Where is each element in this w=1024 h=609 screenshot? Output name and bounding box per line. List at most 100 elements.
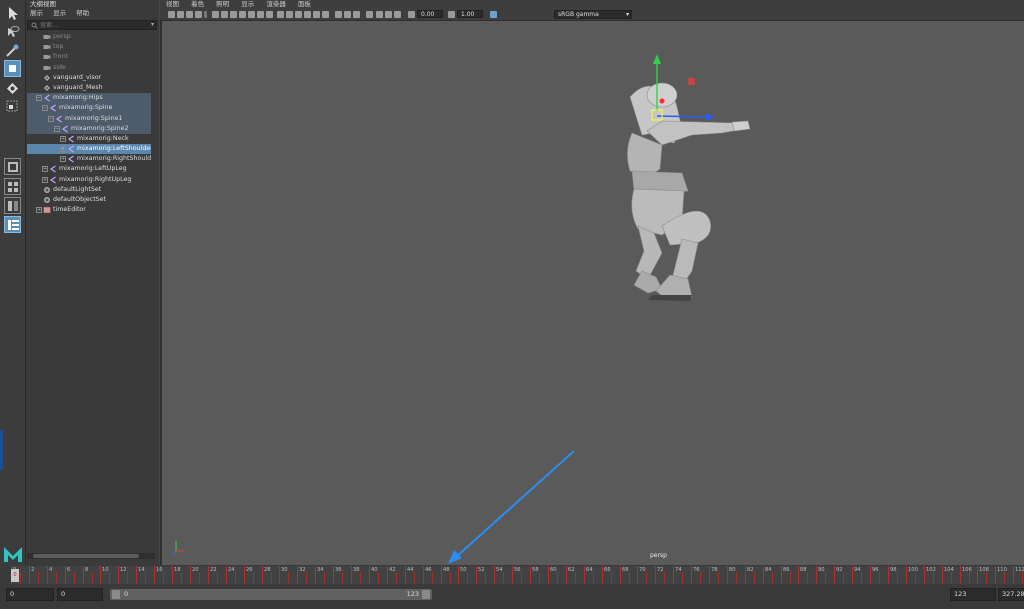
outliner-row[interactable]: side xyxy=(27,63,151,73)
xray-joints-icon[interactable] xyxy=(385,11,392,18)
playback-start-field[interactable]: 0 xyxy=(57,588,103,601)
outliner-row[interactable]: persp xyxy=(27,32,151,42)
range-end-handle[interactable] xyxy=(422,590,430,599)
lasso-tool-icon[interactable] xyxy=(4,24,21,41)
safe-action-icon[interactable] xyxy=(257,11,264,18)
gamma-field[interactable]: 1.00 xyxy=(457,10,483,18)
viewport-menu-show[interactable]: 显示 xyxy=(241,0,254,8)
wireframe-on-shaded-icon[interactable] xyxy=(295,11,302,18)
outliner-horizontal-scrollbar[interactable] xyxy=(27,553,155,559)
gate-mask-icon[interactable] xyxy=(239,11,246,18)
outliner-row[interactable]: top xyxy=(27,42,151,52)
search-options-chevron-down-icon[interactable]: ▾ xyxy=(151,21,154,28)
outliner-menu-show[interactable]: 显示 xyxy=(53,9,66,17)
outliner-row[interactable]: − mixamorig:Spine xyxy=(27,103,151,114)
scene-start-field[interactable]: 0 xyxy=(6,588,54,601)
expand-icon[interactable]: + xyxy=(60,135,66,142)
motion-blur-icon[interactable] xyxy=(344,11,351,18)
isolate-select-icon[interactable] xyxy=(366,11,373,18)
two-pane-layout-icon[interactable] xyxy=(4,197,21,214)
collapse-icon[interactable]: − xyxy=(36,95,42,102)
shadows-icon[interactable] xyxy=(322,11,329,18)
expand-icon[interactable]: + xyxy=(36,207,42,214)
field-chart-icon[interactable] xyxy=(248,11,255,18)
current-frame-marker[interactable]: 0 xyxy=(11,569,19,582)
outliner-row[interactable]: + mixamorig:RightShoulder xyxy=(27,154,151,164)
bookmarks-icon[interactable] xyxy=(186,11,193,18)
outliner-row[interactable]: − mixamorig:Spine2 xyxy=(27,123,151,134)
viewport-menu-lighting[interactable]: 照明 xyxy=(216,0,229,8)
collapse-icon[interactable]: − xyxy=(54,125,60,132)
textured-icon[interactable] xyxy=(304,11,311,18)
scene-end-field[interactable]: 327.28 xyxy=(998,588,1024,601)
viewport-3d[interactable]: persp xyxy=(160,21,1024,565)
expand-icon[interactable]: + xyxy=(60,146,66,153)
xray-active-icon[interactable] xyxy=(394,11,401,18)
outliner-row[interactable]: vanguard_Mesh xyxy=(27,83,151,93)
outliner-row[interactable]: vanguard_visor xyxy=(27,73,151,83)
outliner-row[interactable]: defaultLightSet xyxy=(27,185,151,195)
outliner-row[interactable]: + mixamorig:LeftShoulder xyxy=(27,144,151,155)
timeline-tick xyxy=(834,566,835,584)
outliner-row[interactable]: + mixamorig:LeftUpLeg xyxy=(27,164,151,174)
outliner-menu-help[interactable]: 帮助 xyxy=(76,9,89,17)
camera-attributes-icon[interactable] xyxy=(177,11,184,18)
mesh-icon xyxy=(43,74,51,82)
rotate-tool-icon[interactable] xyxy=(4,80,21,97)
outliner-row[interactable]: − mixamorig:Spine1 xyxy=(27,113,151,124)
multisample-icon[interactable] xyxy=(353,11,360,18)
character-model[interactable] xyxy=(627,82,751,301)
expand-icon[interactable]: + xyxy=(60,156,66,163)
scale-tool-icon[interactable] xyxy=(4,98,21,115)
timeline-tick xyxy=(458,566,459,584)
outliner-search: ▾ xyxy=(27,20,157,30)
wireframe-icon[interactable] xyxy=(277,11,284,18)
outliner-menu-display[interactable]: 展示 xyxy=(30,9,43,17)
single-pane-layout-icon[interactable] xyxy=(4,158,21,175)
collapse-icon[interactable]: − xyxy=(42,105,48,112)
range-start-handle[interactable] xyxy=(112,590,120,599)
viewport-menu-view[interactable]: 视图 xyxy=(166,0,179,8)
mesh-icon xyxy=(43,84,51,92)
viewport-menu-panels[interactable]: 面板 xyxy=(298,0,311,8)
select-tool-icon[interactable] xyxy=(4,5,21,22)
grid-icon[interactable] xyxy=(212,11,219,18)
outliner-search-input[interactable] xyxy=(40,21,140,29)
outliner-row[interactable]: defaultObjectSet xyxy=(27,195,151,205)
viewport-menu-renderer[interactable]: 渲染器 xyxy=(266,0,286,8)
xray-icon[interactable] xyxy=(376,11,383,18)
viewport-menu-shading[interactable]: 着色 xyxy=(191,0,204,8)
image-plane-icon[interactable] xyxy=(195,11,202,18)
exposure-field[interactable]: 0.00 xyxy=(417,10,443,18)
four-pane-layout-icon[interactable] xyxy=(4,178,21,195)
smooth-shade-icon[interactable] xyxy=(286,11,293,18)
outliner-row[interactable]: − mixamorig:Hips xyxy=(27,93,151,104)
playback-end-field[interactable]: 123 xyxy=(950,588,996,601)
film-gate-icon[interactable] xyxy=(221,11,228,18)
expand-icon[interactable]: + xyxy=(42,166,48,173)
gamma-icon[interactable] xyxy=(448,11,455,18)
move-tool-icon[interactable] xyxy=(4,60,21,77)
collapse-icon[interactable]: − xyxy=(48,115,54,122)
color-management-icon[interactable] xyxy=(490,11,497,18)
outliner-row[interactable]: front xyxy=(27,52,151,62)
outliner-layout-icon[interactable] xyxy=(4,216,21,233)
paint-select-tool-icon[interactable] xyxy=(4,42,21,59)
lights-icon[interactable] xyxy=(313,11,320,18)
color-space-dropdown[interactable]: sRGB gamma ▾ xyxy=(554,10,632,19)
safe-title-icon[interactable] xyxy=(266,11,273,18)
outliner-row-label: mixamorig:RightShoulder xyxy=(77,155,151,163)
outliner-row[interactable]: + mixamorig:Neck xyxy=(27,134,151,144)
joint-icon xyxy=(49,176,57,184)
exposure-icon[interactable] xyxy=(408,11,415,18)
playback-range-slider[interactable]: 0 123 xyxy=(110,589,432,600)
time-slider-ruler[interactable]: 0246810121416182022242628303234363840424… xyxy=(11,566,1024,584)
resolution-gate-icon[interactable] xyxy=(230,11,237,18)
select-camera-icon[interactable] xyxy=(168,11,175,18)
ambient-occlusion-icon[interactable] xyxy=(335,11,342,18)
outliner-row[interactable]: + mixamorig:RightUpLeg xyxy=(27,175,151,185)
timeline-tick xyxy=(494,566,495,584)
timeline-tick-label: 62 xyxy=(568,567,575,573)
outliner-row[interactable]: + timeEditor xyxy=(27,205,151,215)
expand-icon[interactable]: + xyxy=(42,176,48,183)
